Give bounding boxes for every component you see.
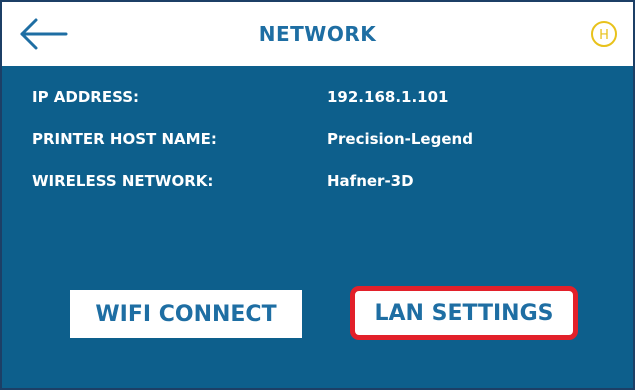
wireless-network-label: WIRELESS NETWORK: (32, 172, 214, 190)
home-button[interactable]: H (590, 20, 618, 48)
ip-address-row: IP ADDRESS: 192.168.1.101 (2, 88, 633, 112)
network-screen: NETWORK H IP ADDRESS: 192.168.1.101 PRIN… (0, 0, 635, 390)
home-glyph: H (599, 28, 609, 43)
ip-address-value: 192.168.1.101 (327, 88, 449, 106)
header-bar: NETWORK H (2, 2, 633, 66)
host-name-row: PRINTER HOST NAME: Precision-Legend (2, 130, 633, 154)
home-h-icon: H (591, 21, 617, 47)
host-name-label: PRINTER HOST NAME: (32, 130, 217, 148)
wireless-network-row: WIRELESS NETWORK: Hafner-3D (2, 172, 633, 196)
wifi-connect-button[interactable]: WIFI CONNECT (70, 290, 302, 338)
ip-address-label: IP ADDRESS: (32, 88, 140, 106)
wireless-network-value: Hafner-3D (327, 172, 414, 190)
host-name-value: Precision-Legend (327, 130, 473, 148)
lan-settings-button[interactable]: LAN SETTINGS (350, 286, 578, 340)
page-title: NETWORK (258, 22, 377, 46)
